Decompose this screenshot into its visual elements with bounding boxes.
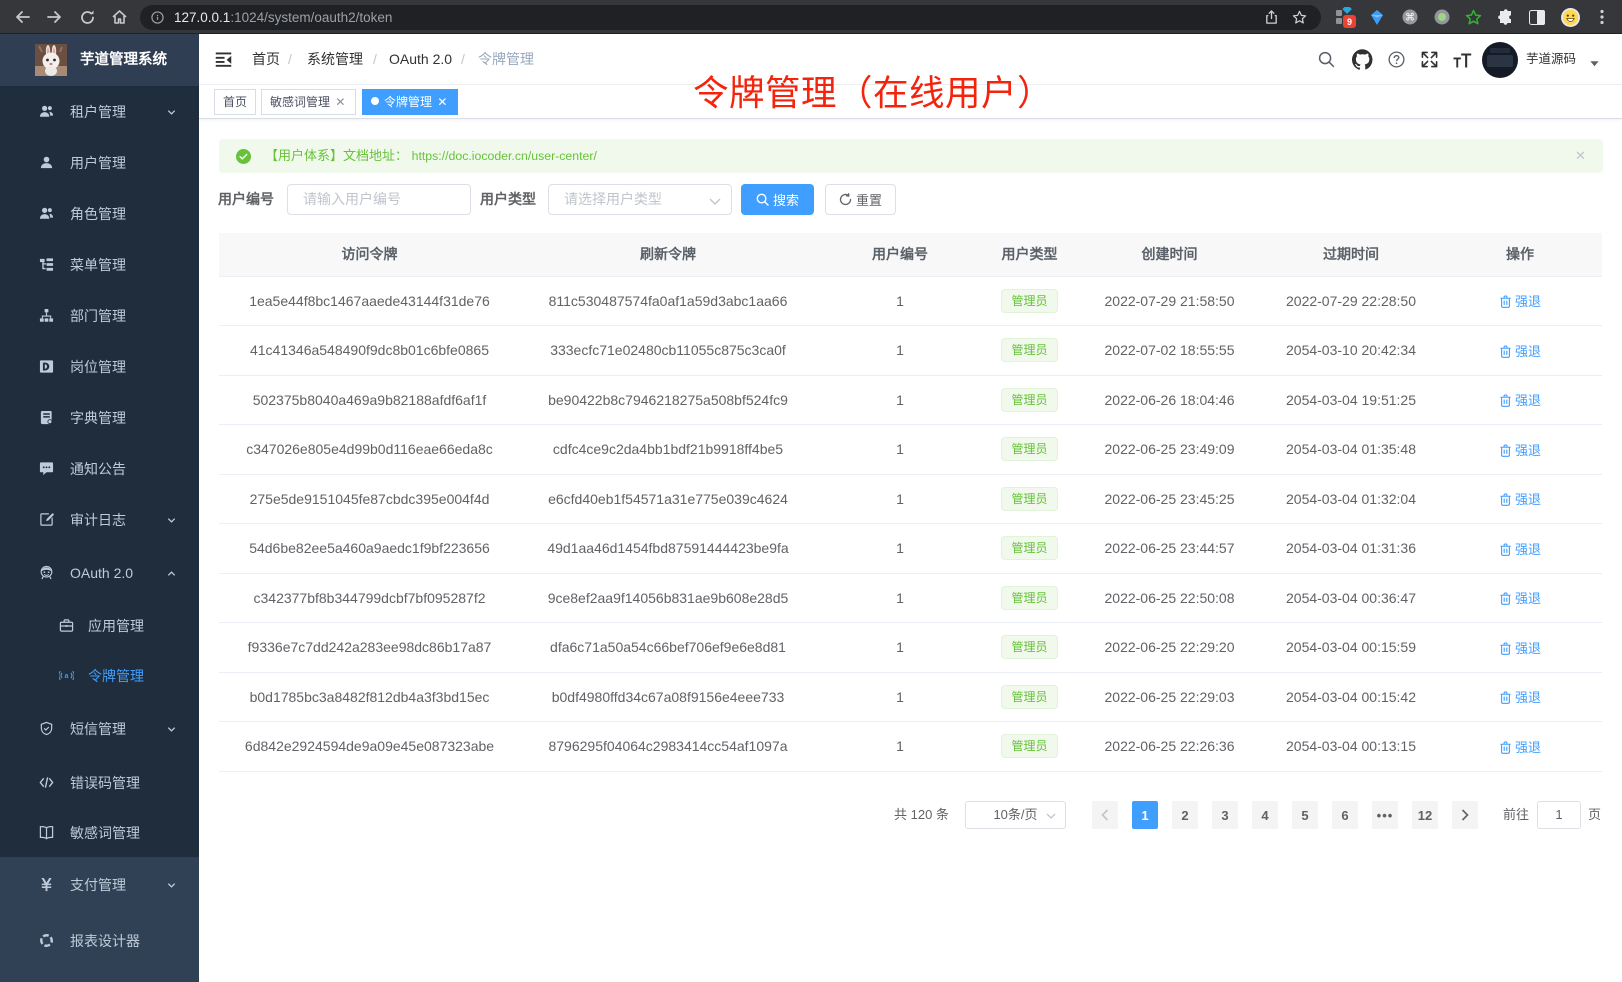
svg-text:⌘: ⌘ [1405, 13, 1415, 24]
svg-text:a: a [65, 673, 69, 680]
svg-text:9: 9 [1346, 17, 1351, 27]
